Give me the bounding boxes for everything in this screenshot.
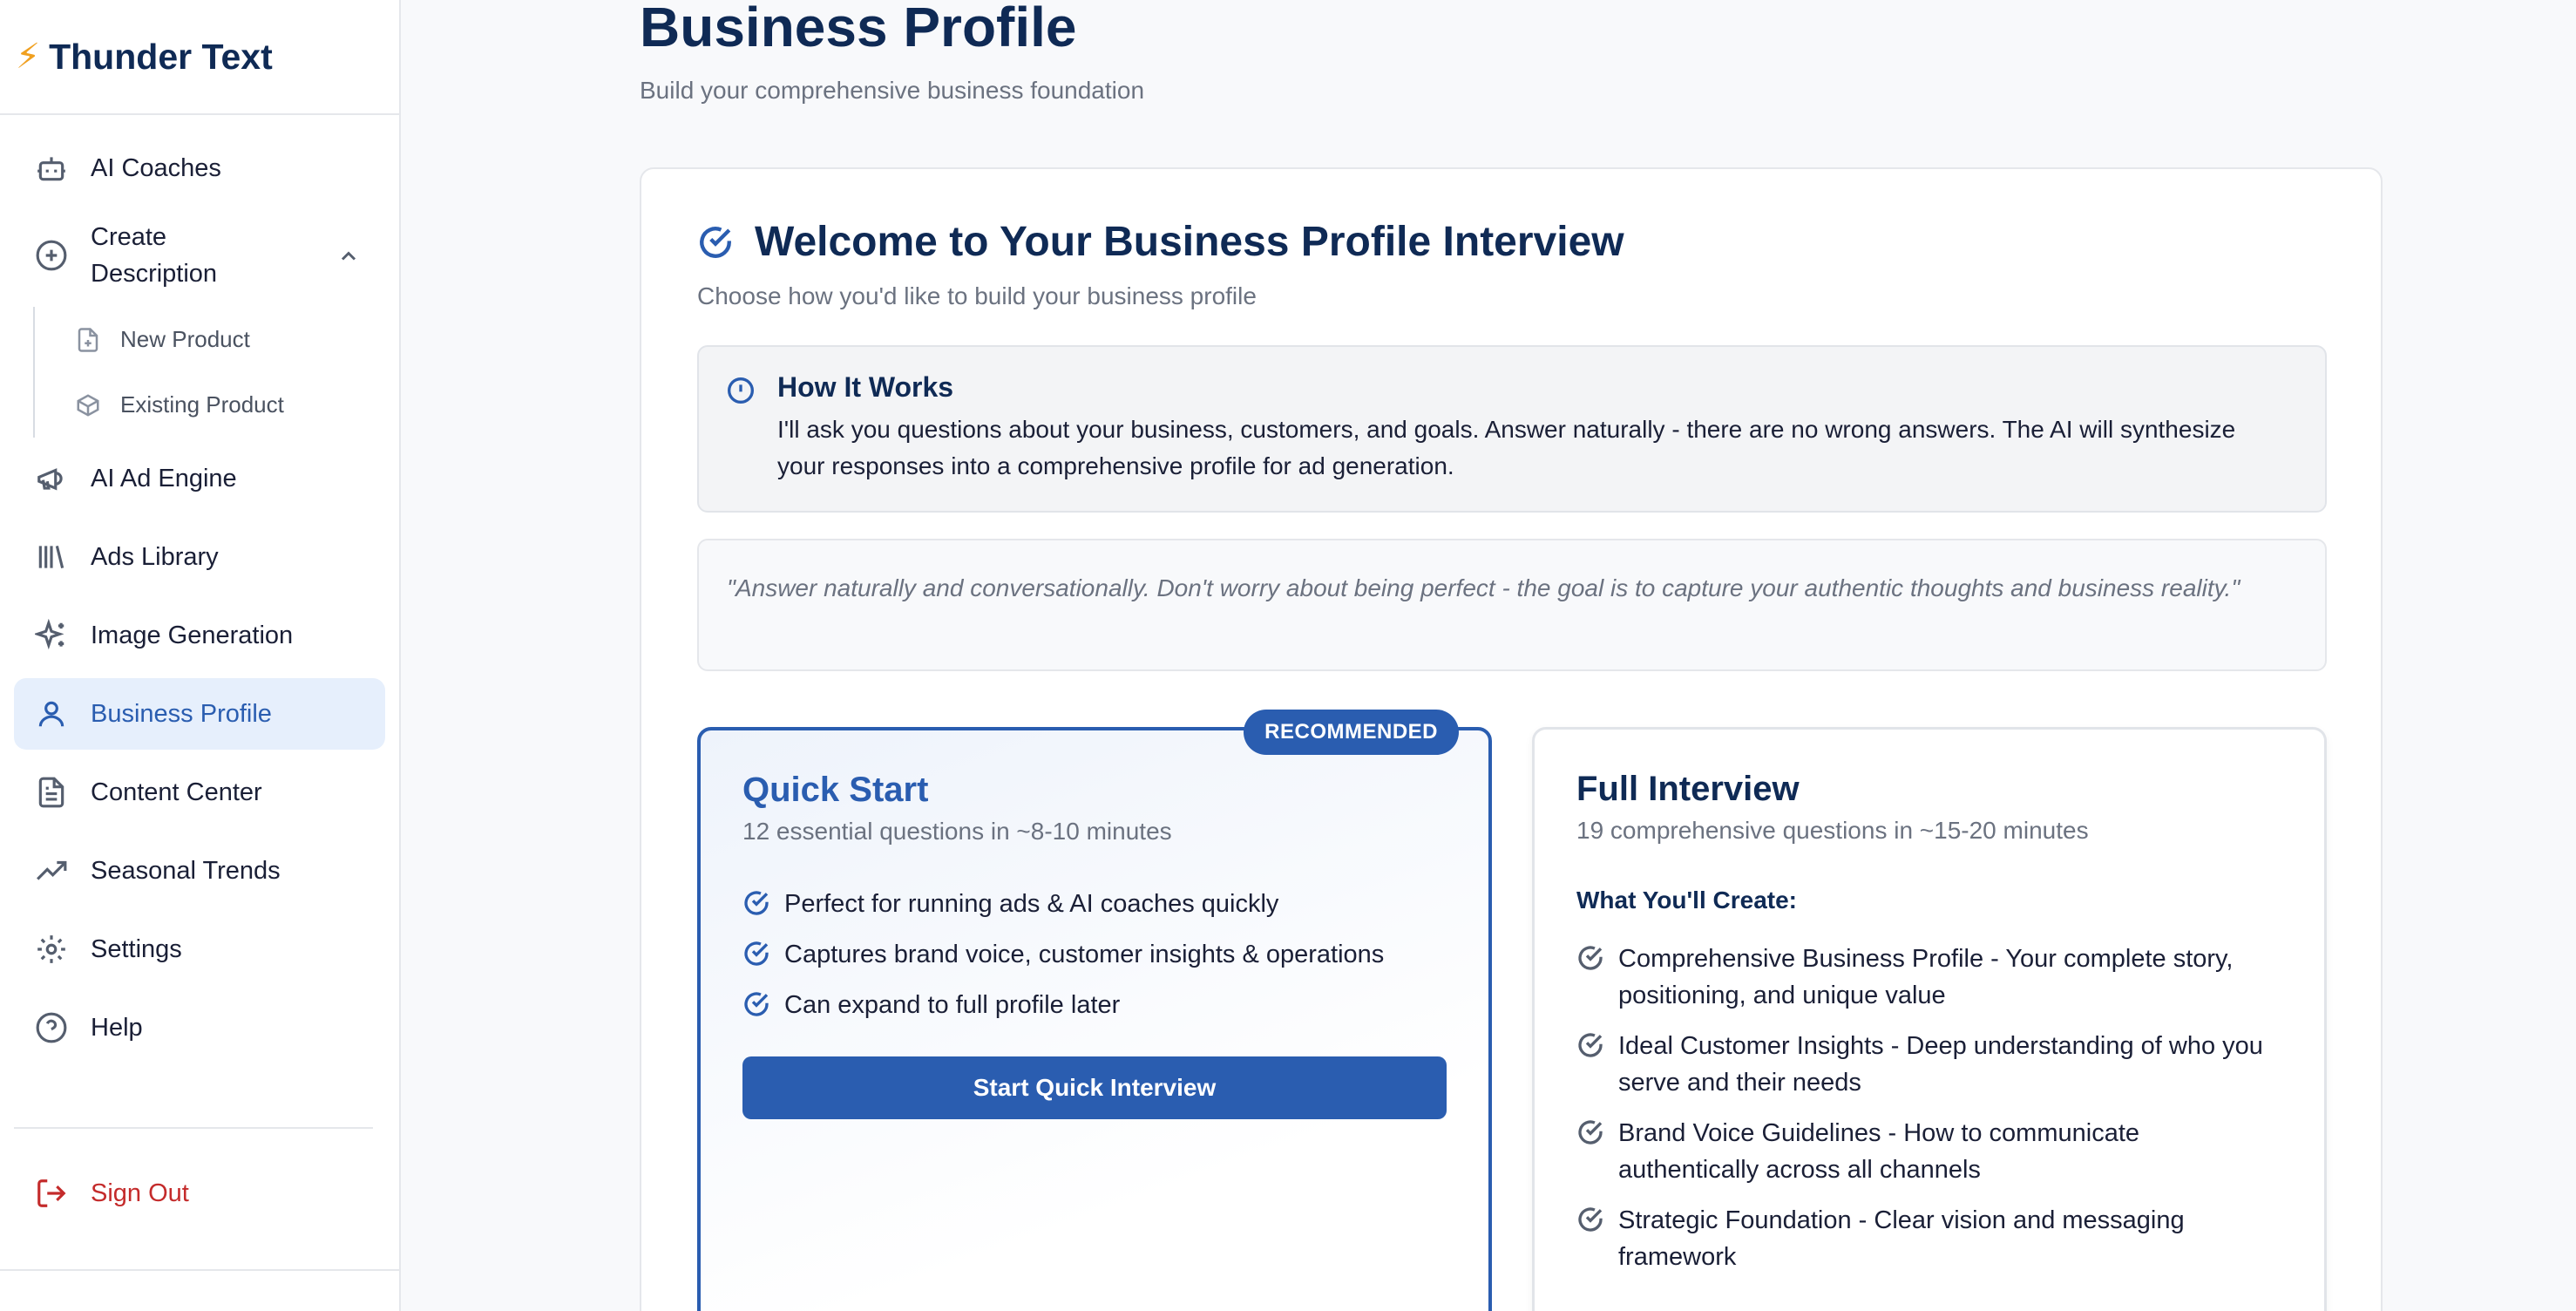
box-icon [75, 392, 101, 418]
check-circle-icon [742, 889, 770, 917]
feature-item: Brand Voice Guidelines - How to communic… [1576, 1115, 2274, 1188]
sidebar-divider [14, 1127, 373, 1129]
sidebar-subitem-label: New Product [120, 326, 250, 352]
quick-start-features: Perfect for running ads & AI coaches qui… [742, 886, 1457, 1037]
user-icon [35, 697, 68, 730]
feature-item: Perfect for running ads & AI coaches qui… [742, 886, 1457, 922]
feature-text: Perfect for running ads & AI coaches qui… [784, 890, 1279, 918]
welcome-header: Welcome to Your Business Profile Intervi… [697, 218, 1624, 266]
check-circle-icon [1576, 1206, 1604, 1233]
welcome-title: Welcome to Your Business Profile Intervi… [755, 219, 1624, 265]
sidebar-subitem-label: Existing Product [120, 391, 284, 418]
create-description-submenu: New Product Existing Product [33, 307, 399, 438]
how-it-works-title: How It Works [777, 371, 954, 403]
feature-item: Ideal Customer Insights - Deep understan… [1576, 1028, 2274, 1101]
gear-icon [35, 933, 68, 966]
sidebar-item-label: AI Coaches [91, 153, 221, 182]
how-it-works-text: I'll ask you questions about your busine… [777, 416, 2236, 479]
sidebar-item-create-description[interactable]: Create Description [14, 204, 385, 307]
full-interview-subtitle: 19 comprehensive questions in ~15-20 min… [1576, 817, 2089, 844]
feature-item: Comprehensive Business Profile - Your co… [1576, 941, 2274, 1014]
sidebar-item-label: Content Center [91, 778, 262, 806]
sidebar-subitem-new-product[interactable]: New Product [35, 307, 399, 372]
sidebar-item-label: Business Profile [91, 699, 272, 728]
feature-text: Strategic Foundation - Clear vision and … [1618, 1206, 2185, 1271]
check-circle-icon [742, 990, 770, 1018]
start-quick-interview-button[interactable]: Start Quick Interview [742, 1056, 1447, 1119]
sidebar-item-ai-coaches[interactable]: AI Coaches [14, 132, 385, 204]
library-icon [35, 540, 68, 574]
sidebar-item-image-generation[interactable]: Image Generation [14, 600, 385, 671]
page-subtitle: Build your comprehensive business founda… [640, 77, 1145, 104]
megaphone-icon [35, 462, 68, 495]
chevron-up-icon[interactable] [336, 242, 361, 267]
sidebar-item-label: Image Generation [91, 621, 294, 649]
quote-text: "Answer naturally and conversationally. … [727, 574, 2240, 601]
check-circle-icon [1576, 1118, 1604, 1146]
full-interview-features: Comprehensive Business Profile - Your co… [1576, 941, 2274, 1289]
sparkles-icon [33, 618, 68, 652]
main-content: Business Profile Build your comprehensiv… [403, 0, 2576, 1311]
sidebar-subitem-existing-product[interactable]: Existing Product [35, 372, 399, 438]
check-circle-icon [697, 224, 734, 261]
sidebar-item-content-center[interactable]: Content Center [14, 757, 385, 828]
quick-start-subtitle: 12 essential questions in ~8-10 minutes [742, 818, 1172, 845]
sidebar-item-help[interactable]: Help [14, 992, 385, 1063]
quick-start-title: Quick Start [742, 771, 929, 809]
sidebar-item-ai-ad-engine[interactable]: AI Ad Engine [14, 443, 385, 514]
info-circle-icon [727, 377, 755, 404]
help-circle-icon [35, 1011, 68, 1044]
sidebar-item-label: Settings [91, 934, 182, 963]
main-nav: AI Coaches Create Description New Produc… [0, 115, 399, 1063]
sidebar-bottom-divider [0, 1269, 401, 1271]
check-circle-icon [1576, 944, 1604, 972]
how-it-works-box: How It Works I'll ask you questions abou… [697, 345, 2327, 513]
sidebar-item-label: AI Ad Engine [91, 464, 237, 492]
sidebar-item-settings[interactable]: Settings [14, 914, 385, 985]
robot-icon [35, 152, 68, 185]
plus-circle-icon [35, 239, 68, 272]
recommended-badge: RECOMMENDED [1244, 710, 1459, 755]
check-circle-icon [742, 940, 770, 968]
brand[interactable]: ⚡ Thunder Text [0, 0, 399, 115]
logout-icon [35, 1177, 68, 1210]
sign-out-label: Sign Out [91, 1179, 189, 1207]
feature-text: Comprehensive Business Profile - Your co… [1618, 945, 2234, 1009]
sidebar-item-business-profile[interactable]: Business Profile [14, 678, 385, 750]
file-plus-icon [75, 327, 101, 353]
full-interview-title: Full Interview [1576, 770, 1800, 808]
sidebar-item-label: Seasonal Trends [91, 856, 281, 885]
bolt-icon: ⚡ [16, 37, 41, 76]
feature-text: Ideal Customer Insights - Deep understan… [1618, 1032, 2263, 1097]
feature-item: Strategic Foundation - Clear vision and … [1576, 1202, 2274, 1275]
sidebar-item-ads-library[interactable]: Ads Library [14, 521, 385, 593]
feature-text: Can expand to full profile later [784, 991, 1121, 1019]
what-youll-create-heading: What You'll Create: [1576, 886, 1797, 914]
sidebar-item-label: Create Description [91, 223, 218, 288]
feature-text: Captures brand voice, customer insights … [784, 941, 1385, 968]
sign-out-button[interactable]: Sign Out [14, 1158, 373, 1229]
sidebar-item-label: Ads Library [91, 542, 219, 571]
full-interview-option[interactable]: Full Interview 19 comprehensive question… [1532, 727, 2327, 1311]
page-title: Business Profile [640, 0, 1077, 58]
document-icon [35, 776, 68, 809]
sidebar: ⚡ Thunder Text AI Coaches Create Descrip… [0, 0, 401, 1311]
sidebar-item-seasonal-trends[interactable]: Seasonal Trends [14, 835, 385, 907]
trending-up-icon [35, 854, 68, 887]
check-circle-icon [1576, 1031, 1604, 1059]
feature-text: Brand Voice Guidelines - How to communic… [1618, 1119, 2140, 1184]
sidebar-item-label: Help [91, 1013, 143, 1042]
app-name: Thunder Text [49, 36, 273, 77]
feature-item: Can expand to full profile later [742, 987, 1457, 1023]
quote-box: "Answer naturally and conversationally. … [697, 539, 2327, 671]
interview-card: Welcome to Your Business Profile Intervi… [640, 167, 2383, 1311]
feature-item: Captures brand voice, customer insights … [742, 936, 1457, 973]
welcome-subtitle: Choose how you'd like to build your busi… [697, 282, 1257, 309]
quick-start-option[interactable]: RECOMMENDED Quick Start 12 essential que… [697, 710, 1492, 1311]
